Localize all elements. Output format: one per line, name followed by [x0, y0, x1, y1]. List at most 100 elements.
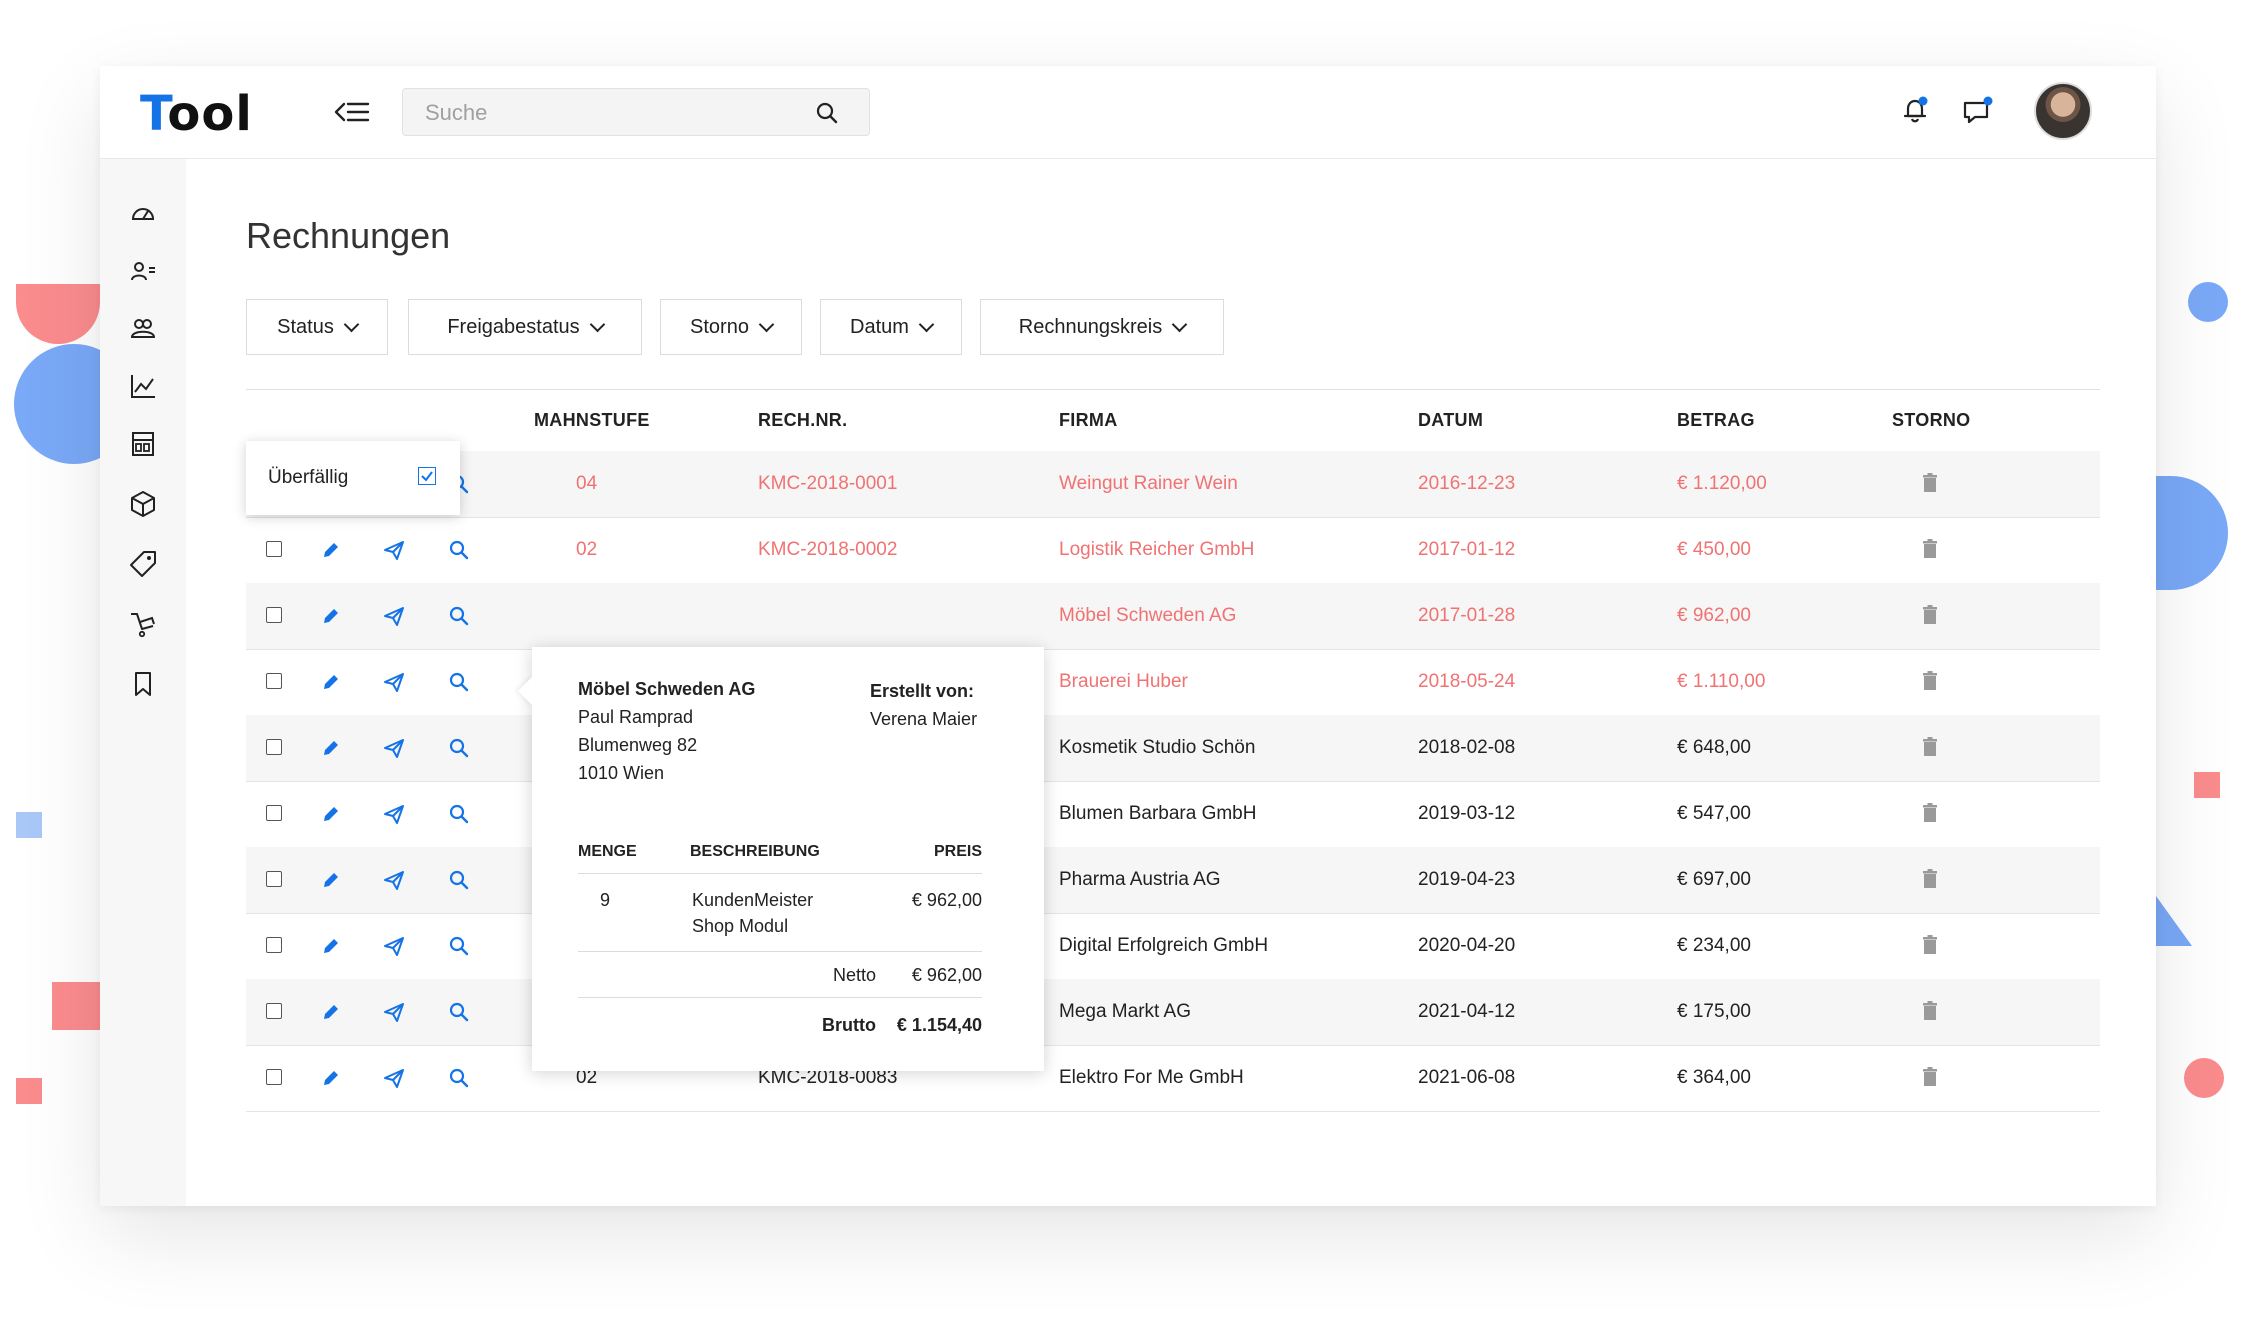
row-checkbox[interactable] [266, 805, 282, 821]
menu-collapse-icon[interactable] [332, 96, 372, 128]
search-icon[interactable] [448, 869, 470, 896]
col-datum[interactable]: DATUM [1418, 410, 1483, 431]
search-icon[interactable] [815, 101, 839, 130]
cell-datum: 2017-01-12 [1418, 539, 1516, 560]
contacts-icon[interactable] [128, 257, 158, 287]
filter-status[interactable]: Status [246, 299, 388, 355]
edit-icon[interactable] [320, 605, 342, 632]
cell-rech-nr[interactable]: KMC-2018-0002 [758, 539, 897, 561]
trash-icon[interactable] [1922, 473, 1938, 498]
table-row[interactable]: 02 KMC-2018-0083 Elektro For Me GmbH 2021-0… [246, 1045, 2100, 1112]
send-icon[interactable] [382, 737, 406, 764]
trash-icon[interactable] [1922, 803, 1938, 828]
search-icon[interactable] [448, 1067, 470, 1094]
edit-icon[interactable] [320, 869, 342, 896]
col-mahnstufe[interactable]: MAHNSTUFE [534, 410, 650, 431]
search-icon[interactable] [448, 539, 470, 566]
trash-icon[interactable] [1922, 1067, 1938, 1092]
bell-icon[interactable] [1900, 94, 1932, 131]
send-icon[interactable] [382, 803, 406, 830]
edit-icon[interactable] [320, 1001, 342, 1028]
item-preis: € 962,00 [911, 890, 982, 910]
avatar[interactable] [2034, 82, 2092, 140]
filter-label: Status [277, 315, 334, 338]
edit-icon[interactable] [320, 1067, 342, 1094]
deco-red-square-small [16, 1078, 42, 1104]
row-checkbox[interactable] [266, 673, 282, 689]
table-row[interactable]: Möbel Schweden AG 2017-01-28 € 962,00 [246, 583, 2100, 650]
trash-icon[interactable] [1922, 539, 1938, 564]
row-checkbox[interactable] [266, 739, 282, 755]
row-checkbox[interactable] [266, 541, 282, 557]
filter-datum[interactable]: Datum [820, 299, 962, 355]
edit-icon[interactable] [320, 935, 342, 962]
ueberfaellig-checkbox[interactable] [418, 467, 436, 485]
search-icon[interactable] [448, 803, 470, 830]
trash-icon[interactable] [1922, 671, 1938, 696]
chat-icon[interactable] [1960, 94, 1996, 131]
send-icon[interactable] [382, 869, 406, 896]
col-firma[interactable]: FIRMA [1059, 410, 1118, 431]
edit-icon[interactable] [320, 803, 342, 830]
invoice-preview-popup: Möbel Schweden AG Paul Ramprad Blumenweg… [532, 647, 1044, 1071]
cell-rech-nr[interactable]: KMC-2018-0001 [758, 473, 897, 495]
cart-icon[interactable] [128, 609, 158, 639]
send-icon[interactable] [382, 935, 406, 962]
cell-mahnstufe: 02 [576, 539, 598, 560]
search-input[interactable] [423, 89, 807, 137]
trash-icon[interactable] [1922, 935, 1938, 960]
send-icon[interactable] [382, 671, 406, 698]
table-row[interactable]: Blumen Barbara GmbH 2019-03-12 € 547,00 [246, 781, 2100, 848]
logo[interactable]: Tool [140, 86, 253, 142]
trash-icon[interactable] [1922, 1001, 1938, 1026]
send-icon[interactable] [382, 605, 406, 632]
row-checkbox[interactable] [266, 871, 282, 887]
header-beschreibung: BESCHREIBUNG [690, 843, 820, 860]
table-row[interactable]: Pharma Austria AG 2019-04-23 € 697,00 [246, 847, 2100, 914]
cell-firma: Pharma Austria AG [1059, 869, 1221, 890]
check-icon [421, 471, 433, 482]
filter-label: Datum [850, 315, 909, 338]
search-icon[interactable] [448, 605, 470, 632]
edit-icon[interactable] [320, 671, 342, 698]
send-icon[interactable] [382, 539, 406, 566]
package-icon[interactable] [128, 489, 158, 519]
cell-betrag: € 697,00 [1677, 869, 1751, 890]
table-row[interactable]: Brauerei Huber 2018-05-24 € 1.110,00 [246, 649, 2100, 716]
option-ueberfaellig[interactable]: Überfällig [268, 467, 348, 489]
row-checkbox[interactable] [266, 1003, 282, 1019]
table-row[interactable]: Digital Erfolgreich GmbH 2020-04-20 € 234,… [246, 913, 2100, 980]
col-storno[interactable]: STORNO [1892, 410, 1970, 431]
table-row[interactable]: 02 KMC-2018-0002 Logistik Reicher GmbH 2017… [246, 517, 2100, 584]
table-row[interactable]: 02KMC-2018-0072Mega Markt AG2021-04-12€ … [246, 979, 2100, 1046]
table-icon[interactable] [128, 429, 158, 459]
chart-icon[interactable] [128, 371, 158, 401]
users-icon[interactable] [128, 313, 158, 343]
filter-freigabestatus[interactable]: Freigabestatus [408, 299, 642, 355]
edit-icon[interactable] [320, 737, 342, 764]
dashboard-icon[interactable] [128, 199, 158, 229]
filter-storno[interactable]: Storno [660, 299, 802, 355]
tag-icon[interactable] [128, 549, 158, 579]
search-icon[interactable] [448, 671, 470, 698]
bookmark-icon[interactable] [128, 669, 158, 699]
filter-rechnungskreis[interactable]: Rechnungskreis [980, 299, 1224, 355]
row-checkbox[interactable] [266, 607, 282, 623]
trash-icon[interactable] [1922, 605, 1938, 630]
send-icon[interactable] [382, 1001, 406, 1028]
cell-firma: Blumen Barbara GmbH [1059, 803, 1257, 824]
col-rech-nr[interactable]: RECH.NR. [758, 410, 847, 431]
search-icon[interactable] [448, 1001, 470, 1028]
table-row[interactable]: 04 KMC-2018-0001 Weingut Rainer Wein 2016-1… [246, 451, 2100, 518]
col-betrag[interactable]: BETRAG [1677, 410, 1755, 431]
row-checkbox[interactable] [266, 937, 282, 953]
search-icon[interactable] [448, 737, 470, 764]
send-icon[interactable] [382, 1067, 406, 1094]
invoice-company: Möbel Schweden AG [578, 679, 756, 699]
trash-icon[interactable] [1922, 737, 1938, 762]
edit-icon[interactable] [320, 539, 342, 566]
search-icon[interactable] [448, 935, 470, 962]
trash-icon[interactable] [1922, 869, 1938, 894]
table-row[interactable]: Kosmetik Studio Schön 2018-02-08 € 648,00 [246, 715, 2100, 782]
row-checkbox[interactable] [266, 1069, 282, 1085]
